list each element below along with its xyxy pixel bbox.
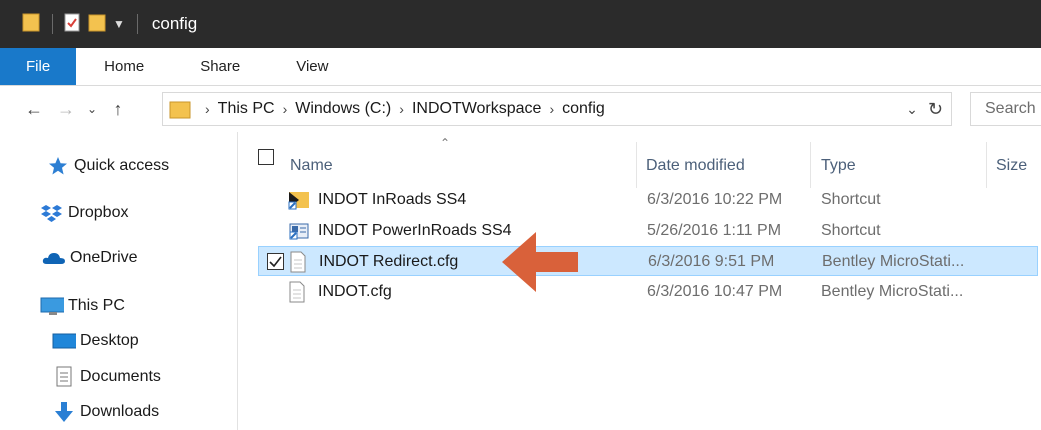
- breadcrumb-indotworkspace[interactable]: INDOTWorkspace: [412, 100, 542, 118]
- forward-arrow-icon[interactable]: →: [50, 99, 82, 120]
- desktop-icon: [52, 331, 76, 351]
- row-checkbox[interactable]: [267, 253, 284, 270]
- breadcrumb-windows-c[interactable]: Windows (C:): [295, 100, 391, 118]
- downloads-icon: [52, 401, 76, 423]
- file-type: Shortcut: [821, 191, 881, 208]
- file-list: ⌃ Name Date modified Type Size INDOT InR…: [238, 132, 1041, 430]
- documents-icon: [52, 366, 76, 388]
- address-row: ← → ⌄ ↑ › This PC › Windows (C:) › INDOT…: [0, 86, 1041, 132]
- table-row[interactable]: INDOT.cfg 6/3/2016 10:47 PM Bentley Micr…: [258, 277, 1038, 307]
- sidebar-item-label: Desktop: [80, 332, 139, 349]
- up-arrow-icon[interactable]: ↑: [102, 99, 134, 120]
- file-name: INDOT InRoads SS4: [318, 191, 467, 208]
- chevron-down-icon[interactable]: ⌄: [906, 101, 918, 118]
- column-header-type[interactable]: Type: [821, 144, 856, 188]
- file-name: INDOT Redirect.cfg: [319, 253, 459, 270]
- sidebar-item-quick-access[interactable]: Quick access: [46, 156, 169, 176]
- select-all-checkbox[interactable]: [258, 149, 274, 165]
- sort-ascending-icon: ⌃: [440, 136, 451, 150]
- file-date: 6/3/2016 9:51 PM: [648, 253, 775, 270]
- tab-file[interactable]: File: [0, 48, 77, 85]
- file-date: 6/3/2016 10:22 PM: [647, 191, 783, 208]
- sidebar-item-onedrive[interactable]: OneDrive: [42, 249, 138, 267]
- table-row-selected[interactable]: INDOT Redirect.cfg 6/3/2016 9:51 PM Bent…: [258, 246, 1038, 276]
- tab-share[interactable]: Share: [172, 48, 268, 85]
- address-bar[interactable]: › This PC › Windows (C:) › INDOTWorkspac…: [162, 92, 952, 126]
- table-row[interactable]: INDOT InRoads SS4 6/3/2016 10:22 PM Shor…: [258, 185, 1038, 215]
- star-icon: [46, 156, 70, 176]
- file-date: 5/26/2016 1:11 PM: [647, 222, 782, 239]
- file-type: Bentley MicroStati...: [821, 283, 964, 300]
- sidebar-item-downloads[interactable]: Downloads: [52, 401, 159, 423]
- file-type: Bentley MicroStati...: [822, 253, 965, 270]
- toolbar-separator: [52, 14, 53, 34]
- breadcrumb-separator: ›: [282, 101, 288, 117]
- file-type: Shortcut: [821, 222, 881, 239]
- column-header-size[interactable]: Size: [996, 144, 1027, 188]
- column-header-date-modified[interactable]: Date modified: [646, 144, 745, 188]
- file-icon: [289, 247, 307, 277]
- sidebar-item-label: Dropbox: [68, 204, 129, 221]
- breadcrumb-separator: ›: [205, 101, 210, 117]
- sidebar-item-label: Downloads: [80, 403, 160, 420]
- table-row[interactable]: INDOT PowerInRoads SS4 5/26/2016 1:11 PM…: [258, 216, 1038, 246]
- left-arrow-annotation-icon: [502, 232, 578, 292]
- file-name: INDOT PowerInRoads SS4: [318, 222, 512, 239]
- inroads-shortcut-icon: [288, 185, 310, 215]
- sidebar-item-documents[interactable]: Documents: [52, 366, 161, 388]
- computer-icon: [40, 296, 64, 316]
- ribbon-tabs: File Home Share View: [0, 48, 1041, 86]
- file-date: 6/3/2016 10:47 PM: [647, 283, 783, 300]
- window-title: config: [151, 14, 198, 33]
- sidebar-item-this-pc[interactable]: This PC: [40, 296, 125, 316]
- search-input[interactable]: Search: [970, 92, 1041, 126]
- folder-icon: [22, 12, 40, 36]
- tab-home[interactable]: Home: [76, 48, 172, 85]
- column-divider[interactable]: [986, 142, 987, 188]
- sidebar-item-dropbox[interactable]: Dropbox: [40, 203, 128, 223]
- quick-access-dropdown-icon[interactable]: ▼: [113, 17, 125, 31]
- tab-view[interactable]: View: [268, 48, 356, 85]
- toolbar-separator: [136, 14, 138, 34]
- back-arrow-icon[interactable]: ←: [18, 99, 50, 120]
- breadcrumb-separator: ›: [549, 101, 555, 117]
- column-divider[interactable]: [810, 142, 811, 188]
- properties-icon[interactable]: [63, 12, 81, 36]
- breadcrumb-config[interactable]: config: [562, 100, 605, 118]
- sidebar-item-label: This PC: [68, 297, 125, 314]
- breadcrumb-separator: ›: [399, 101, 404, 117]
- dropbox-icon: [40, 203, 64, 223]
- file-name: INDOT.cfg: [318, 283, 392, 300]
- refresh-icon[interactable]: ↻: [928, 99, 943, 120]
- sidebar-item-label: OneDrive: [70, 249, 138, 266]
- recent-locations-chevron-icon[interactable]: ⌄: [82, 102, 102, 116]
- column-divider[interactable]: [636, 142, 637, 188]
- breadcrumb-this-pc[interactable]: This PC: [218, 100, 275, 118]
- onedrive-icon: [42, 250, 66, 266]
- navigation-pane: Quick access Dropbox OneDrive This PC De…: [0, 132, 238, 430]
- column-header-name[interactable]: Name: [290, 144, 333, 188]
- sidebar-item-label: Quick access: [74, 157, 170, 174]
- folder-icon: [169, 98, 191, 120]
- file-icon: [288, 277, 306, 307]
- powerinroads-shortcut-icon: [288, 216, 310, 246]
- new-folder-icon[interactable]: [87, 12, 107, 36]
- title-bar: ▼ config: [0, 0, 1041, 48]
- sidebar-item-desktop[interactable]: Desktop: [52, 331, 139, 351]
- sidebar-item-label: Documents: [80, 368, 161, 385]
